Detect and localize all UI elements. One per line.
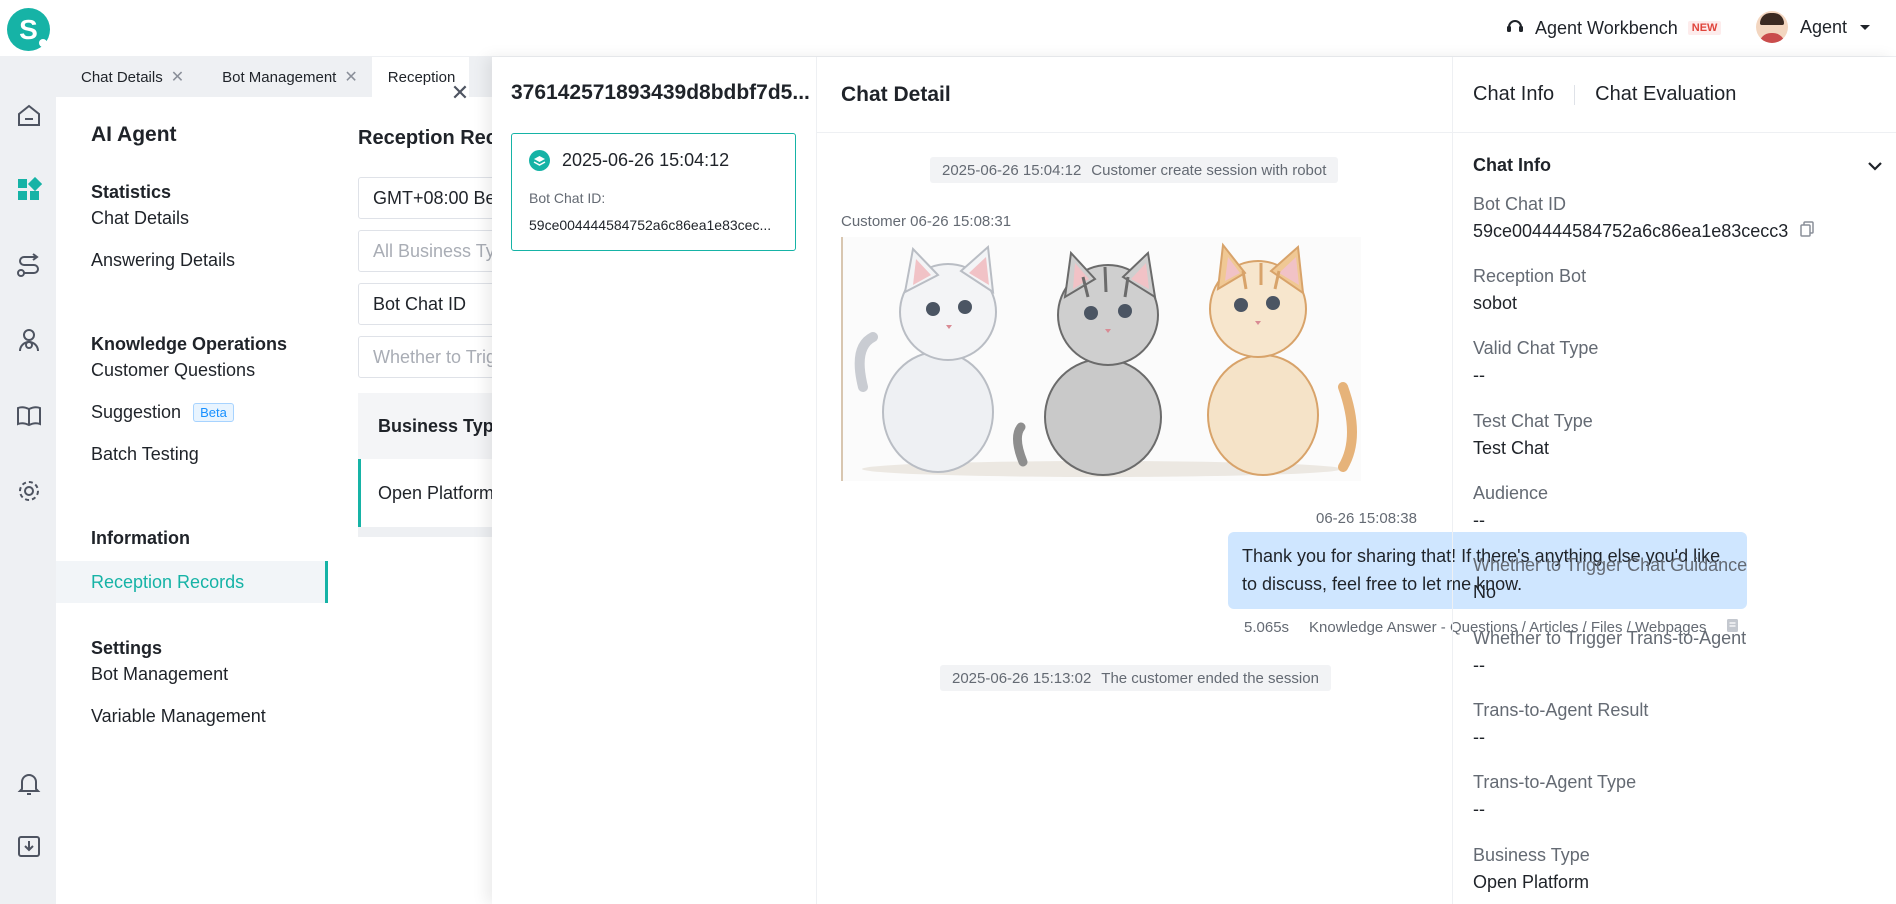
close-icon[interactable]: ✕ bbox=[344, 67, 357, 87]
system-text: Customer create session with robot bbox=[1091, 161, 1327, 179]
headset-icon bbox=[1505, 16, 1525, 41]
avatar bbox=[1756, 11, 1788, 43]
field-value-reception-bot: sobot bbox=[1473, 293, 1518, 313]
new-badge: NEW bbox=[1687, 21, 1722, 35]
tab-bot-management[interactable]: Bot Management ✕ bbox=[198, 57, 372, 97]
chat-detail-title: Chat Detail bbox=[817, 57, 1452, 133]
chat-card-datetime: 2025-06-26 15:04:12 bbox=[529, 150, 729, 171]
chevron-down-icon[interactable] bbox=[1867, 155, 1883, 176]
tab-chat-evaluation[interactable]: Chat Evaluation bbox=[1595, 83, 1736, 106]
page-title: Reception Reco bbox=[358, 127, 510, 149]
field-label-valid-chat-type: Valid Chat Type bbox=[1473, 338, 1599, 358]
chat-card-time: 2025-06-26 15:04:12 bbox=[562, 150, 730, 170]
sidebar-item-chat-details[interactable]: Chat Details bbox=[56, 197, 328, 239]
field-label-bot-chat-id: Bot Chat ID bbox=[1473, 194, 1567, 214]
user-icon[interactable] bbox=[14, 325, 44, 355]
dashboard-icon[interactable] bbox=[14, 175, 44, 205]
field-value-trans-to-agent-result: -- bbox=[1473, 727, 1485, 747]
system-message-end: 2025-06-26 15:13:02 The customer ended t… bbox=[940, 665, 1331, 691]
field-label-trans-to-agent-result: Trans-to-Agent Result bbox=[1473, 700, 1649, 720]
field-value-test-chat-type: Test Chat bbox=[1473, 438, 1550, 458]
tab-label: Bot Management bbox=[222, 68, 337, 86]
field-value-bot-chat-id: 59ce004444584752a6c86ea1e83cecc3 bbox=[1473, 221, 1815, 242]
agent-menu[interactable]: Agent bbox=[1756, 10, 1871, 44]
close-icon[interactable]: ✕ bbox=[448, 80, 472, 105]
sidebar-item-variable-management[interactable]: Variable Management bbox=[56, 695, 328, 737]
top-bar: S Agent Workbench NEW Agent bbox=[0, 0, 1896, 57]
field-value-business-type: Open Platform bbox=[1473, 872, 1590, 892]
panel-body: Reception Reco GMT+08:00 Bei All Busines… bbox=[328, 97, 558, 904]
kittens-image bbox=[854, 242, 1357, 477]
field-label-audience: Audience bbox=[1473, 483, 1549, 503]
field-value-chat-guidance: No bbox=[1473, 582, 1497, 602]
copy-icon[interactable] bbox=[1800, 221, 1815, 242]
field-label-reception-bot: Reception Bot bbox=[1473, 266, 1587, 286]
bot-chat-id-value: 59ce004444584752a6c86ea1e83cecc3 bbox=[1473, 221, 1789, 241]
chat-list: 376142571893439d8bdbf7d5... 2025-06-26 1… bbox=[492, 57, 817, 904]
bell-icon[interactable] bbox=[14, 769, 44, 799]
flow-icon[interactable] bbox=[14, 251, 44, 281]
customer-meta: Customer 06-26 15:08:31 bbox=[841, 213, 1012, 230]
system-message-start: 2025-06-26 15:04:12 Customer create sess… bbox=[930, 157, 1339, 183]
info-tabs: Chat Info Chat Evaluation bbox=[1453, 57, 1896, 133]
download-icon[interactable] bbox=[14, 831, 44, 861]
agent-label: Agent bbox=[1800, 16, 1848, 37]
sidebar-item-reception-records[interactable]: Reception Records bbox=[56, 561, 328, 603]
tab-divider bbox=[1574, 84, 1576, 105]
book-icon[interactable] bbox=[14, 401, 44, 431]
close-icon[interactable]: ✕ bbox=[171, 67, 184, 87]
settings-icon[interactable] bbox=[14, 476, 44, 506]
sidebar-item-bot-management[interactable]: Bot Management bbox=[56, 653, 328, 695]
bot-icon bbox=[529, 150, 550, 171]
tab-label: Chat Details bbox=[81, 68, 163, 86]
chat-drawer: ✕ 376142571893439d8bdbf7d5... 2025-06-26… bbox=[451, 57, 1896, 904]
nav-group-information: Information bbox=[91, 528, 190, 548]
chat-info-section-header[interactable]: Chat Info bbox=[1473, 150, 1883, 180]
home-icon[interactable] bbox=[14, 101, 44, 131]
field-label-trans-to-agent-type: Trans-to-Agent Type bbox=[1473, 772, 1637, 792]
field-value-valid-chat-type: -- bbox=[1473, 365, 1485, 385]
field-label-business-type: Business Type bbox=[1473, 845, 1590, 865]
customer-image[interactable] bbox=[841, 237, 1361, 481]
sidebar-item-suggestion[interactable]: Suggestion Beta bbox=[56, 391, 328, 433]
sidebar-item-answering-details[interactable]: Answering Details bbox=[56, 239, 328, 281]
sidebar-item-customer-questions[interactable]: Customer Questions bbox=[56, 349, 328, 391]
agent-workbench-link[interactable]: Agent Workbench NEW bbox=[1505, 14, 1722, 42]
chat-card-label: Bot Chat ID: bbox=[529, 190, 606, 206]
reply-duration: 5.065s bbox=[1244, 619, 1290, 636]
workbench-label: Agent Workbench bbox=[1535, 17, 1678, 38]
field-label-chat-guidance: Whether to Trigger Chat Guidance bbox=[1473, 555, 1748, 575]
tab-bar: Chat Details ✕ Bot Management ✕ Receptio… bbox=[56, 57, 492, 97]
session-id-title: 376142571893439d8bdbf7d5... bbox=[511, 81, 810, 104]
chat-card-value: 59ce004444584752a6c86ea1e83cec... bbox=[529, 217, 772, 233]
sidebar-nav: AI Agent Statistics Chat Details Answeri… bbox=[56, 97, 328, 904]
section-title: Chat Info bbox=[1473, 154, 1551, 175]
tab-chat-details[interactable]: Chat Details ✕ bbox=[56, 57, 198, 97]
icon-rail bbox=[0, 57, 56, 904]
reply-time: 06-26 15:08:38 bbox=[1316, 510, 1417, 527]
nav-title: AI Agent bbox=[91, 123, 177, 146]
system-time: 2025-06-26 15:13:02 bbox=[952, 669, 1092, 687]
field-label-trans-to-agent: Whether to Trigger Trans-to-Agent bbox=[1473, 628, 1747, 648]
reception-records-panel: Reception Reco GMT+08:00 Bei All Busines… bbox=[328, 97, 558, 904]
field-value-trans-to-agent: -- bbox=[1473, 655, 1485, 675]
caret-down-icon bbox=[1859, 17, 1871, 37]
logo-letter: S bbox=[19, 13, 38, 45]
sidebar-item-batch-testing[interactable]: Batch Testing bbox=[56, 433, 328, 475]
chat-info-panel: Chat Info Chat Evaluation Chat Info Bot … bbox=[1452, 57, 1896, 904]
chat-detail: Chat Detail 2025-06-26 15:04:12 Customer… bbox=[817, 57, 1747, 904]
logo[interactable]: S bbox=[7, 8, 50, 51]
chat-card[interactable]: 2025-06-26 15:04:12 Bot Chat ID: 59ce004… bbox=[511, 133, 796, 251]
system-time: 2025-06-26 15:04:12 bbox=[942, 161, 1082, 179]
tab-label: Reception bbox=[387, 68, 456, 86]
field-value-audience: -- bbox=[1473, 510, 1485, 530]
suggestion-label: Suggestion bbox=[91, 401, 182, 422]
field-value-trans-to-agent-type: -- bbox=[1473, 799, 1485, 819]
system-text: The customer ended the session bbox=[1101, 669, 1319, 687]
field-label-test-chat-type: Test Chat Type bbox=[1473, 411, 1593, 431]
tab-chat-info[interactable]: Chat Info bbox=[1473, 83, 1554, 106]
beta-badge: Beta bbox=[193, 402, 234, 422]
